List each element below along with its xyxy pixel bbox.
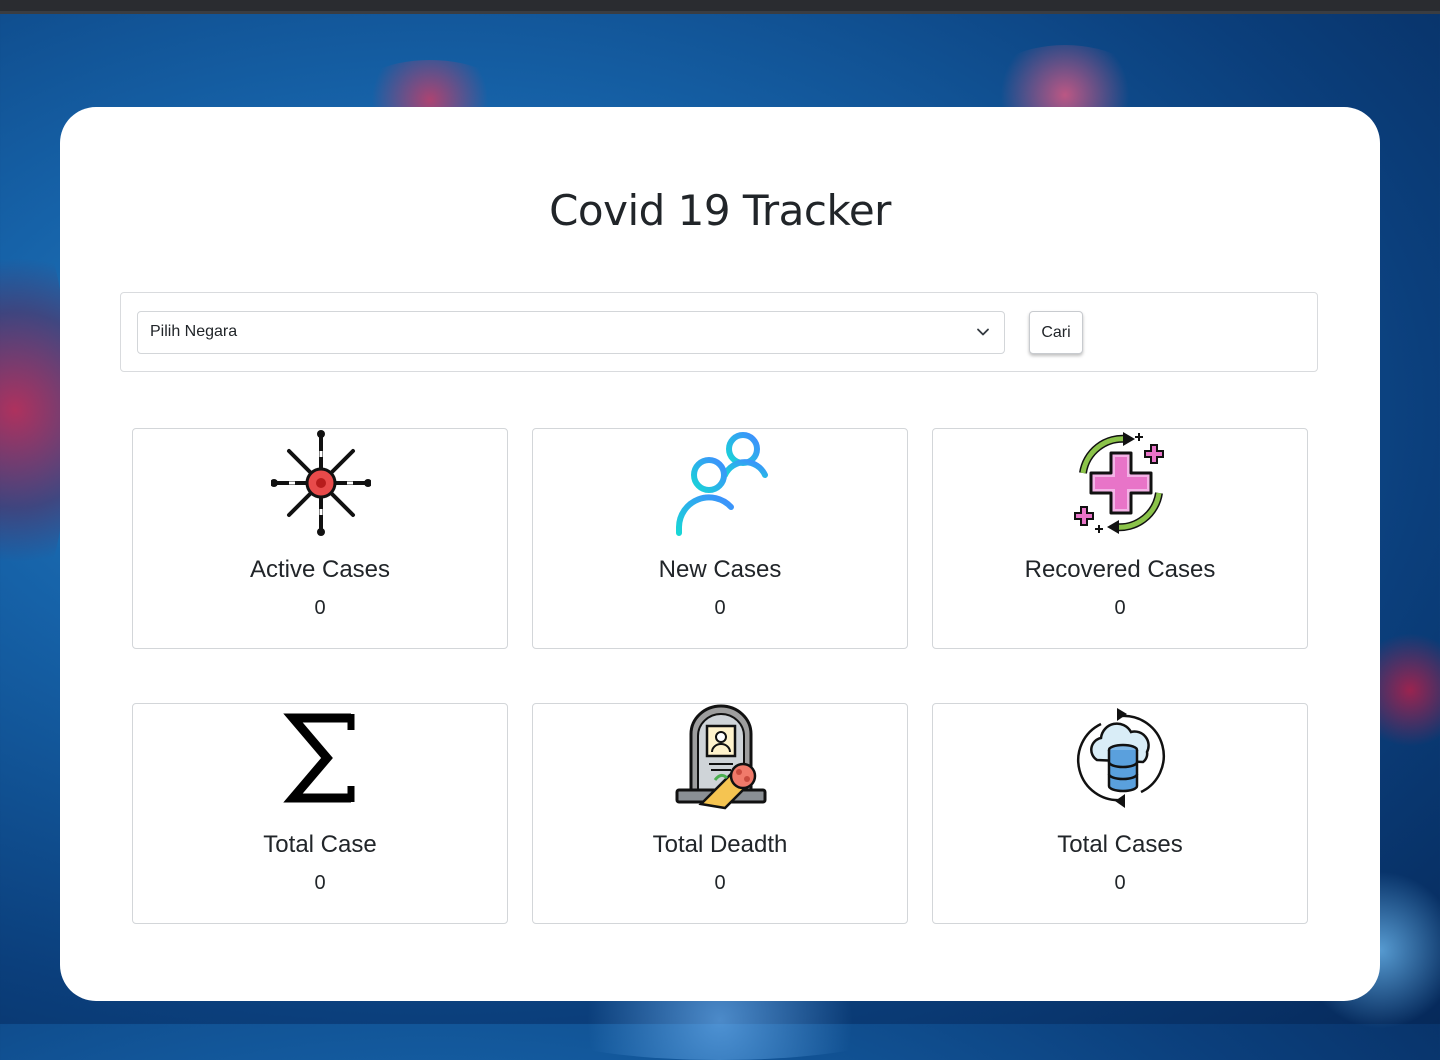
add-users-icon [676, 432, 768, 536]
stat-label: Total Deadth [652, 831, 788, 858]
chevron-down-icon [977, 328, 989, 336]
stat-card-active-cases: Active Cases 0 [132, 428, 508, 649]
stat-label: Recovered Cases [1024, 556, 1216, 583]
tombstone-icon [675, 704, 767, 810]
stat-value: 0 [714, 872, 726, 894]
background-virus [1370, 620, 1440, 760]
sigma-icon [283, 713, 355, 803]
stat-value: 0 [314, 872, 326, 894]
stat-label: Total Case [263, 831, 377, 858]
stat-value: 0 [1114, 872, 1126, 894]
country-select[interactable]: Pilih Negara [137, 311, 1005, 354]
stat-card-total-deadth: Total Deadth 0 [532, 703, 908, 924]
stat-card-total-case: Total Case 0 [132, 703, 508, 924]
search-button[interactable]: Cari [1029, 311, 1083, 354]
virus-icon [271, 430, 371, 536]
stat-card-total-cases: Total Cases 0 [932, 703, 1308, 924]
stat-label: Total Cases [1057, 831, 1183, 858]
stat-value: 0 [314, 597, 326, 619]
stat-value: 0 [714, 597, 726, 619]
cloud-database-icon [1077, 708, 1165, 808]
medical-cross-recover-icon [1074, 432, 1164, 534]
stat-value: 0 [1114, 597, 1126, 619]
country-select-value: Pilih Negara [150, 323, 238, 340]
browser-top-bar [0, 0, 1440, 14]
stat-card-recovered-cases: Recovered Cases 0 [932, 428, 1308, 649]
stat-label: New Cases [658, 556, 782, 583]
stat-label: Active Cases [249, 556, 391, 583]
stat-card-new-cases: New Cases 0 [532, 428, 908, 649]
page-title: Covid 19 Tracker [549, 186, 891, 235]
